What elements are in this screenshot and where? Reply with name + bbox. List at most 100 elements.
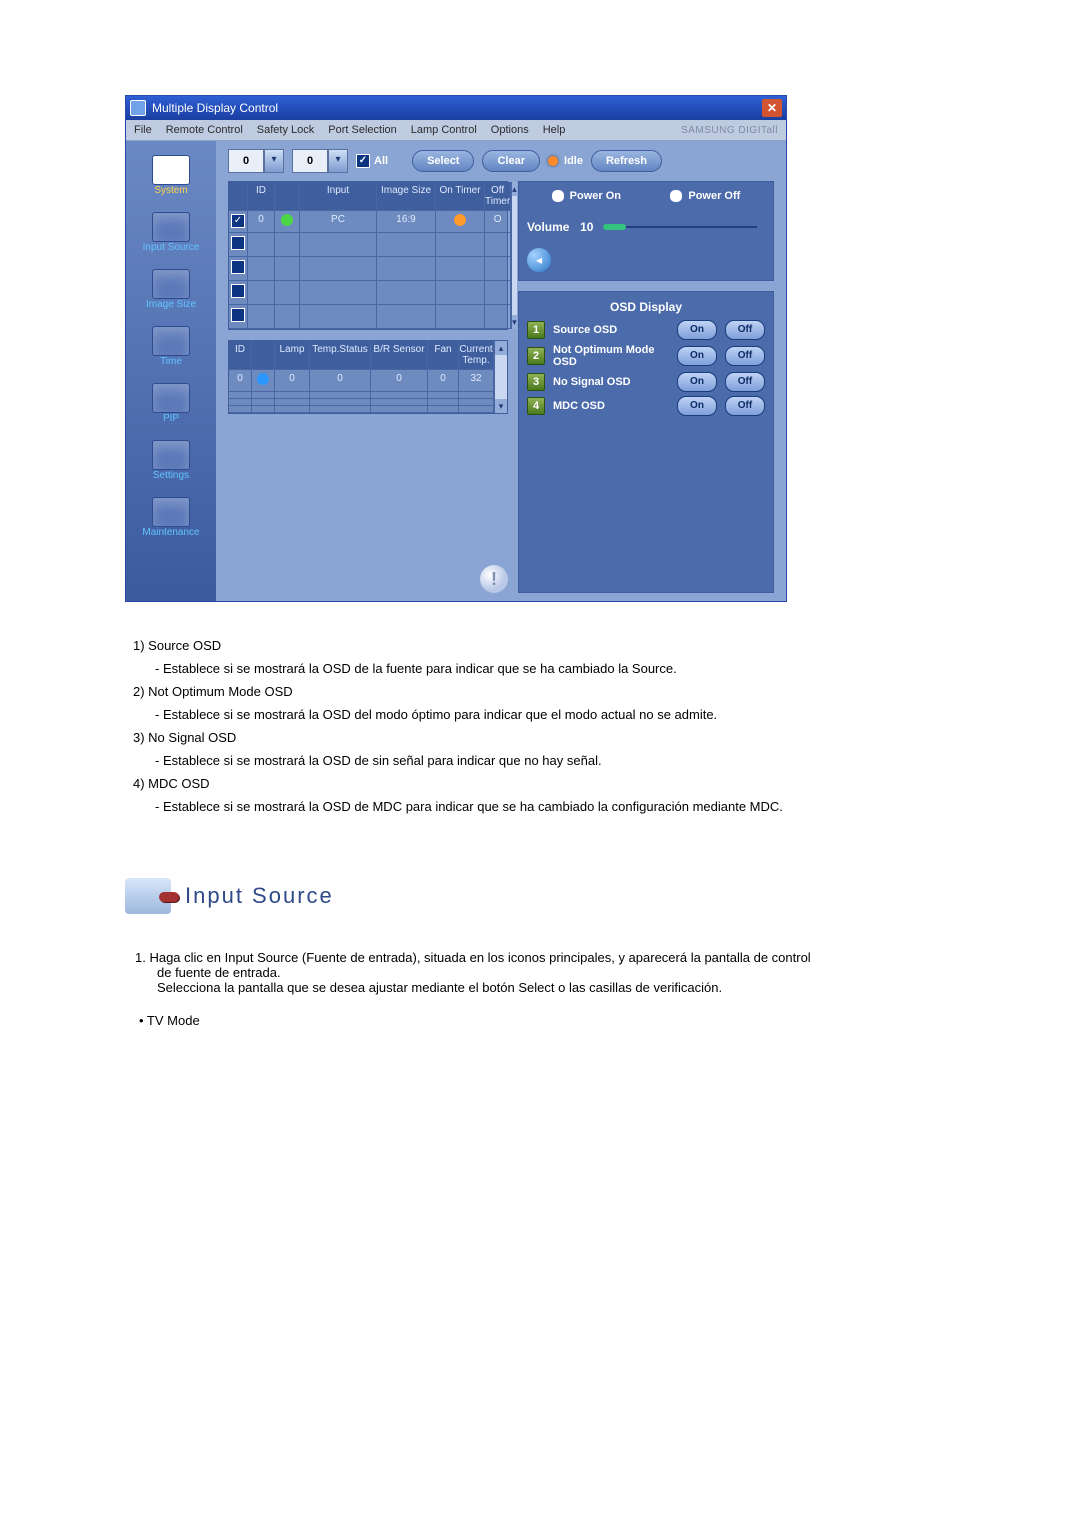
sidebar-item-input-source[interactable]: Input Source — [131, 212, 211, 253]
sidebar-label: Input Source — [143, 242, 200, 253]
explain-line: - Establece si se mostrará la OSD de sin… — [133, 753, 955, 768]
sidebar-item-image-size[interactable]: Image Size — [131, 269, 211, 310]
osd-on-button[interactable]: On — [677, 320, 717, 340]
explain-line: 3) No Signal OSD — [133, 730, 955, 745]
table-header: Off Timer — [485, 182, 511, 211]
toolbar: ▾ ▾ ✓ All Select Clear Idle — [228, 149, 774, 173]
menu-options[interactable]: Options — [491, 124, 529, 136]
menu-remote-control[interactable]: Remote Control — [166, 124, 243, 136]
table-cell — [252, 392, 275, 399]
table-cell: 32 — [459, 370, 494, 392]
menu-help[interactable]: Help — [543, 124, 566, 136]
osd-explanation: 1) Source OSD - Establece si se mostrará… — [125, 638, 955, 814]
all-checkbox[interactable]: ✓ All — [356, 154, 388, 168]
input-source-section-icon — [125, 878, 171, 914]
scroll-up-icon[interactable]: ▴ — [512, 182, 517, 196]
sidebar-item-maintenance[interactable]: Maintenance — [131, 497, 211, 538]
callout-marker: 4 — [527, 397, 545, 415]
power-off-button[interactable]: Power Off — [670, 190, 740, 202]
table-cell — [248, 233, 275, 257]
table-header: ID — [248, 182, 275, 211]
id-from-combo[interactable]: ▾ — [228, 149, 284, 173]
osd-label: No Signal OSD — [553, 376, 669, 388]
osd-off-button[interactable]: Off — [725, 396, 765, 416]
table-cell: 16:9 — [377, 211, 436, 233]
table-cell: O — [485, 211, 511, 233]
speaker-icon[interactable]: ◂ — [527, 248, 551, 272]
scroll-down-icon[interactable]: ▾ — [512, 315, 517, 329]
menu-safety-lock[interactable]: Safety Lock — [257, 124, 314, 136]
scroll-down-icon[interactable]: ▾ — [495, 399, 507, 413]
table-cell: PC — [300, 211, 377, 233]
table-row[interactable] — [229, 305, 511, 329]
power-on-label: Power On — [570, 190, 621, 202]
table-cell — [229, 233, 248, 257]
menu-file[interactable]: File — [134, 124, 152, 136]
table-cell — [229, 257, 248, 281]
osd-on-button[interactable]: On — [677, 372, 717, 392]
table-cell — [229, 399, 252, 406]
table-cell — [275, 281, 300, 305]
table-cell — [275, 392, 310, 399]
table-cell: ✓ — [229, 211, 248, 233]
power-off-label: Power Off — [688, 190, 740, 202]
table-row[interactable] — [229, 406, 494, 413]
volume-slider[interactable] — [603, 224, 757, 230]
explain-line: 2) Not Optimum Mode OSD — [133, 684, 955, 699]
table-cell — [300, 281, 377, 305]
osd-off-button[interactable]: Off — [725, 372, 765, 392]
table-row[interactable]: 0000032 — [229, 370, 494, 392]
sidebar-label: PIP — [163, 413, 179, 424]
table-cell — [485, 305, 511, 329]
id-to-input[interactable] — [292, 149, 328, 173]
table-row[interactable] — [229, 392, 494, 399]
chevron-down-icon[interactable]: ▾ — [264, 149, 284, 173]
table-row[interactable] — [229, 281, 511, 305]
lamp-status-table: IDLampTemp.StatusB/R SensorFanCurrent Te… — [228, 340, 508, 414]
table-header — [275, 182, 300, 211]
table-cell — [275, 305, 300, 329]
table-row[interactable] — [229, 399, 494, 406]
titlebar: Multiple Display Control ✕ — [126, 96, 786, 120]
table-cell — [371, 406, 428, 413]
id-to-combo[interactable]: ▾ — [292, 149, 348, 173]
sidebar-item-system[interactable]: System — [131, 155, 211, 196]
table-row[interactable] — [229, 257, 511, 281]
sidebar-item-time[interactable]: Time — [131, 326, 211, 367]
table-cell — [485, 257, 511, 281]
refresh-button[interactable]: Refresh — [591, 150, 662, 172]
osd-on-button[interactable]: On — [677, 396, 717, 416]
table-cell — [436, 281, 485, 305]
display-status-table: IDInputImage SizeOn TimerOff Timer✓0PC16… — [228, 181, 508, 330]
table-cell — [371, 392, 428, 399]
sidebar: System Input Source Image Size Time PIP — [126, 141, 216, 601]
menu-lamp-control[interactable]: Lamp Control — [411, 124, 477, 136]
clear-button[interactable]: Clear — [482, 150, 540, 172]
scrollbar[interactable]: ▴ ▾ — [511, 182, 517, 329]
select-button[interactable]: Select — [412, 150, 474, 172]
table-cell — [248, 281, 275, 305]
info-icon[interactable]: ! — [480, 565, 508, 593]
table-row[interactable]: ✓0PC16:9O — [229, 211, 511, 233]
osd-off-button[interactable]: Off — [725, 346, 765, 366]
close-icon[interactable]: ✕ — [762, 99, 782, 117]
osd-on-button[interactable]: On — [677, 346, 717, 366]
sidebar-item-settings[interactable]: Settings — [131, 440, 211, 481]
scroll-up-icon[interactable]: ▴ — [495, 341, 507, 355]
scrollbar[interactable]: ▴ ▾ — [494, 341, 507, 413]
table-header — [229, 182, 248, 211]
brand-label: SAMSUNG DIGITall — [681, 125, 778, 136]
menu-port-selection[interactable]: Port Selection — [328, 124, 396, 136]
window-title: Multiple Display Control — [152, 101, 278, 115]
table-cell — [252, 406, 275, 413]
sidebar-item-pip[interactable]: PIP — [131, 383, 211, 424]
table-header — [252, 341, 275, 370]
table-row[interactable] — [229, 233, 511, 257]
id-from-input[interactable] — [228, 149, 264, 173]
table-cell — [428, 399, 459, 406]
chevron-down-icon[interactable]: ▾ — [328, 149, 348, 173]
osd-off-button[interactable]: Off — [725, 320, 765, 340]
power-on-button[interactable]: Power On — [552, 190, 621, 202]
section-title: Input Source — [185, 883, 334, 909]
table-cell — [377, 233, 436, 257]
